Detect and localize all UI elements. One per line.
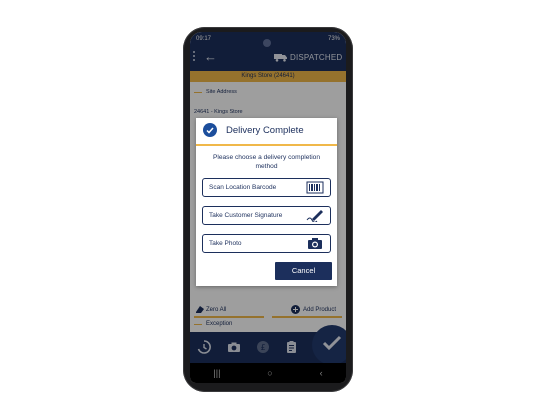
take-photo-button[interactable]: Take Photo (202, 234, 331, 253)
signature-pen-icon (306, 210, 323, 222)
take-customer-signature-button[interactable]: Take Customer Signature (202, 206, 331, 225)
barcode-icon (306, 181, 324, 194)
camera-icon (308, 238, 322, 249)
option-label: Scan Location Barcode (209, 184, 277, 191)
scan-location-barcode-button[interactable]: Scan Location Barcode (202, 178, 331, 197)
cancel-button[interactable]: Cancel (275, 262, 332, 280)
check-circle-icon (203, 123, 217, 137)
front-camera (263, 39, 271, 47)
delivery-complete-dialog: Delivery Complete Please choose a delive… (196, 118, 337, 286)
option-label: Take Customer Signature (209, 212, 283, 219)
dialog-prompt: Please choose a delivery completion meth… (202, 154, 331, 171)
prompt-line-2: method (255, 162, 278, 170)
dialog-header: Delivery Complete (196, 118, 337, 146)
option-label: Take Photo (209, 240, 242, 247)
prompt-line-1: Please choose a delivery completion (212, 154, 321, 161)
dialog-title: Delivery Complete (226, 125, 304, 136)
